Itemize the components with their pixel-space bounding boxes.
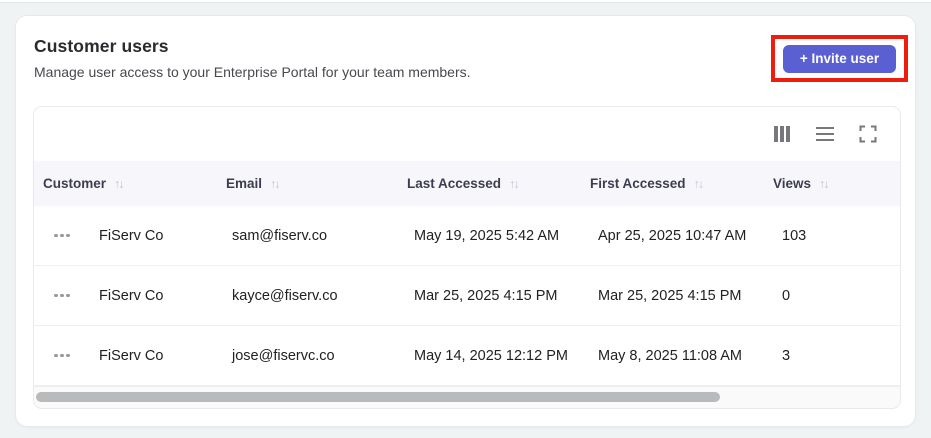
columns-button[interactable] bbox=[772, 124, 792, 144]
scrollbar-thumb[interactable] bbox=[36, 392, 721, 402]
sort-icon bbox=[819, 177, 828, 191]
last-accessed-cell: May 14, 2025 12:12 PM bbox=[414, 347, 568, 364]
sort-icon bbox=[270, 177, 279, 191]
column-label: Last Accessed bbox=[407, 176, 502, 191]
views-cell: 0 bbox=[782, 287, 791, 304]
fullscreen-icon bbox=[859, 125, 877, 143]
table-row: FiServ Co jose@fiservc.co May 14, 2025 1… bbox=[34, 326, 900, 386]
table-row: FiServ Co kayce@fiserv.co Mar 25, 2025 4… bbox=[34, 266, 900, 326]
invite-user-button[interactable]: + Invite user bbox=[783, 44, 896, 73]
customer-cell: FiServ Co bbox=[99, 347, 164, 364]
sort-icon bbox=[694, 177, 703, 191]
first-accessed-cell: Mar 25, 2025 4:15 PM bbox=[598, 287, 742, 304]
row-menu-button[interactable] bbox=[50, 350, 73, 361]
column-header-email[interactable]: Email bbox=[226, 176, 407, 191]
customer-users-card: Customer users Manage user access to you… bbox=[15, 15, 916, 427]
email-cell: sam@fiserv.co bbox=[232, 227, 328, 244]
first-accessed-cell: May 8, 2025 11:08 AM bbox=[598, 347, 743, 364]
customer-cell: FiServ Co bbox=[99, 287, 164, 304]
views-cell: 3 bbox=[782, 347, 791, 364]
row-actions-cell bbox=[34, 290, 90, 301]
density-button[interactable] bbox=[815, 124, 835, 144]
horizontal-scrollbar[interactable] bbox=[34, 386, 900, 408]
views-cell: 103 bbox=[782, 227, 807, 244]
density-icon bbox=[816, 126, 834, 142]
row-actions-cell bbox=[34, 230, 90, 241]
column-header-views[interactable]: Views bbox=[773, 176, 900, 191]
customer-cell: FiServ Co bbox=[99, 227, 164, 244]
column-label: Email bbox=[226, 176, 263, 191]
last-accessed-cell: May 19, 2025 5:42 AM bbox=[414, 227, 560, 244]
sort-icon bbox=[114, 177, 123, 191]
column-header-customer[interactable]: Customer bbox=[43, 176, 226, 191]
column-label: Views bbox=[773, 176, 812, 191]
page-title: Customer users bbox=[34, 36, 169, 56]
fullscreen-button[interactable] bbox=[858, 124, 878, 144]
users-table: Customer Email Last Accessed First Acces… bbox=[33, 106, 901, 409]
column-header-last-accessed[interactable]: Last Accessed bbox=[407, 176, 590, 191]
annotation-highlight: + Invite user bbox=[771, 35, 908, 82]
first-accessed-cell: Apr 25, 2025 10:47 AM bbox=[598, 227, 747, 244]
page-subtitle: Manage user access to your Enterprise Po… bbox=[34, 64, 471, 80]
row-actions-cell bbox=[34, 350, 90, 361]
column-label: First Accessed bbox=[590, 176, 686, 191]
row-menu-button[interactable] bbox=[50, 230, 73, 241]
columns-icon bbox=[774, 126, 790, 142]
top-edge-divider bbox=[0, 0, 931, 3]
table-row: FiServ Co sam@fiserv.co May 19, 2025 5:4… bbox=[34, 206, 900, 266]
column-header-first-accessed[interactable]: First Accessed bbox=[590, 176, 773, 191]
sort-icon bbox=[509, 177, 518, 191]
column-label: Customer bbox=[43, 176, 107, 191]
email-cell: jose@fiservc.co bbox=[232, 347, 335, 364]
last-accessed-cell: Mar 25, 2025 4:15 PM bbox=[414, 287, 558, 304]
row-menu-button[interactable] bbox=[50, 290, 73, 301]
table-header-row: Customer Email Last Accessed First Acces… bbox=[34, 161, 900, 206]
table-toolbar bbox=[34, 107, 900, 161]
email-cell: kayce@fiserv.co bbox=[232, 287, 338, 304]
